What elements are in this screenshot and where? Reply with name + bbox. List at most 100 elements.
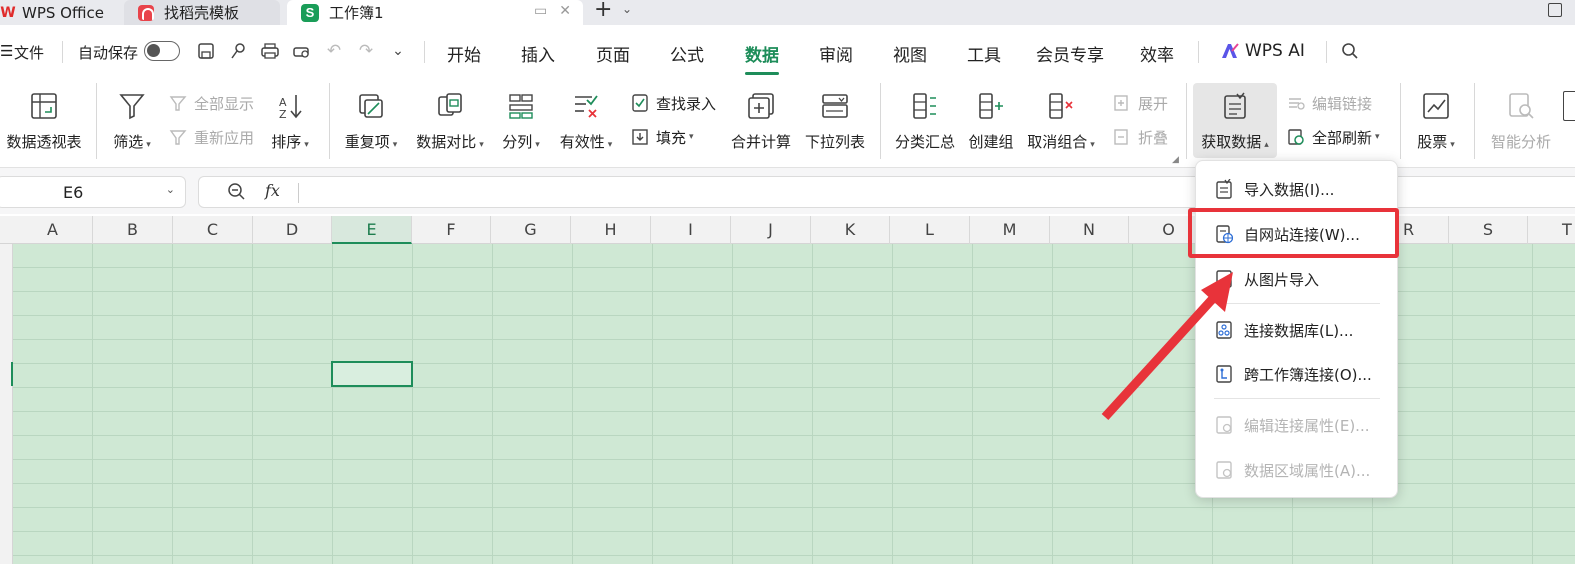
menu-start[interactable]: 开始 <box>447 41 481 66</box>
tab-template[interactable]: 找稻壳模板 <box>124 0 280 25</box>
redo-icon[interactable]: ↷ <box>356 41 376 61</box>
data-ribbon: 数据透视表 筛选 ▾ 全部显示 重新应用 AZ 排序 ▾ 重复项 ▾ 数据对比 … <box>0 77 1575 168</box>
zoom-icon[interactable] <box>227 182 247 202</box>
ungroup-button[interactable]: 取消组合 ▾ <box>1024 83 1098 158</box>
column-header-a[interactable]: A <box>13 216 93 244</box>
menu-tools[interactable]: 工具 <box>967 41 1001 66</box>
refresh-all-button[interactable]: 全部刷新 ▾ <box>1286 124 1380 150</box>
stock-chart-icon <box>1419 89 1453 123</box>
undo-icon[interactable]: ↶ <box>324 41 344 61</box>
autosave-toggle[interactable] <box>144 41 180 61</box>
column-header-l[interactable]: L <box>890 216 970 244</box>
menu-item-label: 连接数据库(L)... <box>1244 321 1354 340</box>
expand-button[interactable]: 展开 <box>1112 90 1168 116</box>
sort-button[interactable]: AZ 排序 ▾ <box>266 83 314 158</box>
reapply-button[interactable]: 重新应用 <box>168 124 254 150</box>
stocks-button[interactable]: 股票 ▾ <box>1410 83 1462 158</box>
search-icon[interactable] <box>1340 41 1360 61</box>
new-tab-plus-icon[interactable]: + <box>594 0 612 22</box>
fill-button[interactable]: 填充 ▾ <box>630 124 694 150</box>
column-header-d[interactable]: D <box>253 216 332 244</box>
dialog-launcher-icon[interactable]: ◢ <box>1172 155 1179 165</box>
pivot-table-button[interactable]: 数据透视表 <box>4 83 84 158</box>
menu-insert[interactable]: 插入 <box>521 41 555 66</box>
column-header-s[interactable]: S <box>1449 216 1528 244</box>
find-entry-button[interactable]: 查找录入 <box>630 90 716 116</box>
split-column-button[interactable]: 分列 ▾ <box>498 83 544 158</box>
menu-item-label: 跨工作簿连接(O)... <box>1244 365 1372 384</box>
monitor-icon[interactable]: ▭ <box>534 3 547 19</box>
menu-item-data-range-properties[interactable]: 数据区域属性(A)... <box>1196 455 1399 485</box>
consolidate-button[interactable]: 合并计算 <box>728 83 794 158</box>
menu-item-label: 导入数据(I)... <box>1244 180 1335 199</box>
column-header-m[interactable]: M <box>970 216 1050 244</box>
show-all-icon <box>168 93 188 113</box>
sort-label: 排序 <box>271 133 302 151</box>
show-all-button[interactable]: 全部显示 <box>168 90 254 116</box>
validity-icon <box>569 89 603 123</box>
column-header-j[interactable]: J <box>731 216 811 244</box>
consolidate-label: 合并计算 <box>730 133 791 151</box>
refresh-all-label: 全部刷新 <box>1312 128 1373 147</box>
ungroup-label: 取消组合 <box>1027 133 1088 151</box>
fill-icon <box>630 127 650 147</box>
chevron-down-icon[interactable]: ⌄ <box>622 2 632 16</box>
more-ribbon-icon[interactable] <box>1563 91 1575 121</box>
divider <box>329 83 330 159</box>
function-icon[interactable]: fx <box>265 181 280 200</box>
brush-icon[interactable] <box>228 41 248 61</box>
edit-links-button[interactable]: 编辑链接 <box>1286 90 1372 116</box>
column-header-t[interactable]: T <box>1528 216 1575 244</box>
file-menu[interactable]: 文件 <box>14 42 44 63</box>
tab-workbook[interactable]: S 工作簿1 ▭ ✕ <box>287 0 583 25</box>
wps-ai-button[interactable]: WPS AI <box>1220 41 1305 61</box>
active-cell-e6[interactable] <box>331 361 413 387</box>
print-icon[interactable] <box>260 41 280 61</box>
column-header-f[interactable]: F <box>412 216 491 244</box>
save-icon[interactable] <box>196 41 216 61</box>
data-compare-button[interactable]: 数据对比 ▾ <box>412 83 488 158</box>
sort-icon: AZ <box>273 89 307 123</box>
import-data-icon <box>1214 178 1234 200</box>
duplicates-button[interactable]: 重复项 ▾ <box>340 83 402 158</box>
create-group-button[interactable]: 创建组 <box>964 83 1018 158</box>
more-chevron-icon[interactable]: ⌄ <box>388 41 408 61</box>
close-icon[interactable]: ✕ <box>559 3 571 19</box>
name-box[interactable]: E6 ⌄ <box>0 176 186 208</box>
dropdown-list-button[interactable]: 下拉列表 <box>802 83 868 158</box>
menu-efficiency[interactable]: 效率 <box>1140 41 1174 66</box>
tab-wps-office[interactable]: W WPS Office <box>0 0 116 25</box>
smart-analysis-button[interactable]: 智能分析 <box>1486 83 1556 158</box>
divider <box>880 83 881 159</box>
filter-button[interactable]: 筛选 ▾ <box>108 83 156 158</box>
column-header-c[interactable]: C <box>173 216 253 244</box>
column-header-e[interactable]: E <box>332 216 412 244</box>
validity-button[interactable]: 有效性 ▾ <box>556 83 616 158</box>
menu-review[interactable]: 审阅 <box>819 41 853 66</box>
column-header-n[interactable]: N <box>1050 216 1129 244</box>
menu-view[interactable]: 视图 <box>893 41 927 66</box>
column-header-i[interactable]: I <box>651 216 731 244</box>
split-column-icon <box>504 89 538 123</box>
split-column-label: 分列 <box>502 133 533 151</box>
menu-member[interactable]: 会员专享 <box>1036 41 1104 66</box>
column-header-b[interactable]: B <box>93 216 173 244</box>
menu-hamburger-icon[interactable]: ☰ <box>0 42 13 60</box>
chevron-down-icon[interactable]: ⌄ <box>166 183 175 196</box>
collapse-button[interactable]: 折叠 <box>1112 124 1168 150</box>
column-header-g[interactable]: G <box>491 216 571 244</box>
column-header-k[interactable]: K <box>811 216 890 244</box>
get-data-button[interactable]: 获取数据 ▴ <box>1193 83 1277 158</box>
template-logo-icon <box>138 4 154 21</box>
subtotal-button[interactable]: 分类汇总 <box>892 83 958 158</box>
divider <box>298 183 299 203</box>
menu-formula[interactable]: 公式 <box>670 41 704 66</box>
print-preview-icon[interactable] <box>292 41 312 61</box>
menu-page[interactable]: 页面 <box>596 41 630 66</box>
autosave-label: 自动保存 <box>78 44 139 62</box>
window-restore-icon[interactable] <box>1548 3 1562 17</box>
pivot-table-icon <box>27 89 61 123</box>
menu-data[interactable]: 数据 <box>745 41 779 66</box>
menu-item-import-data[interactable]: 导入数据(I)... <box>1196 174 1399 204</box>
column-header-h[interactable]: H <box>571 216 651 244</box>
